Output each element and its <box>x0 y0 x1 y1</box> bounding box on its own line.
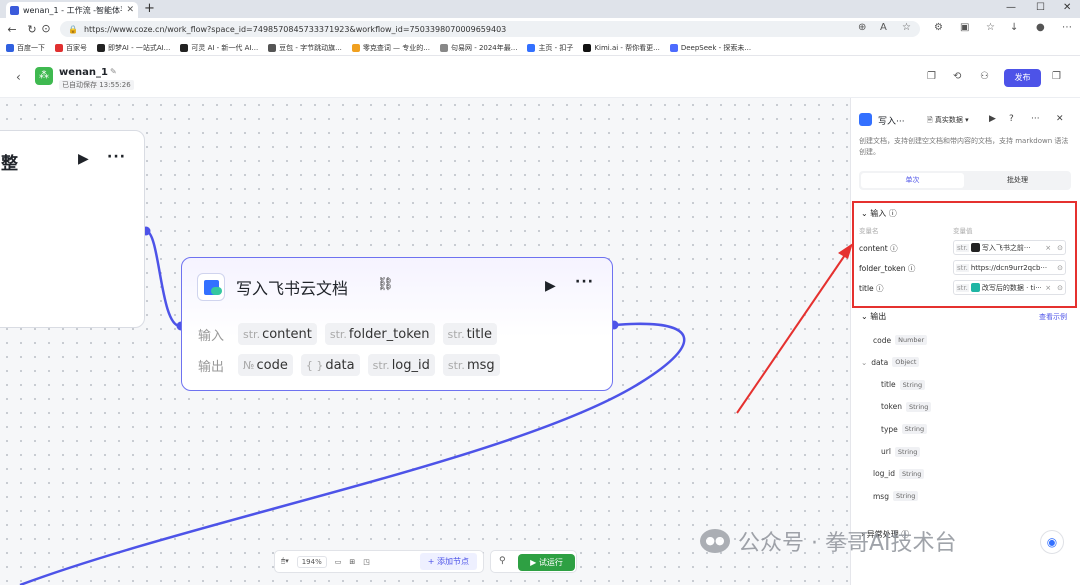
floating-assistant-icon[interactable]: ◉ <box>1040 530 1064 554</box>
wechat-icon: ●● <box>700 529 730 553</box>
watermark: ●● 公众号 · 拳哥AI技术台 <box>700 525 957 557</box>
annotation-arrow <box>736 243 853 414</box>
